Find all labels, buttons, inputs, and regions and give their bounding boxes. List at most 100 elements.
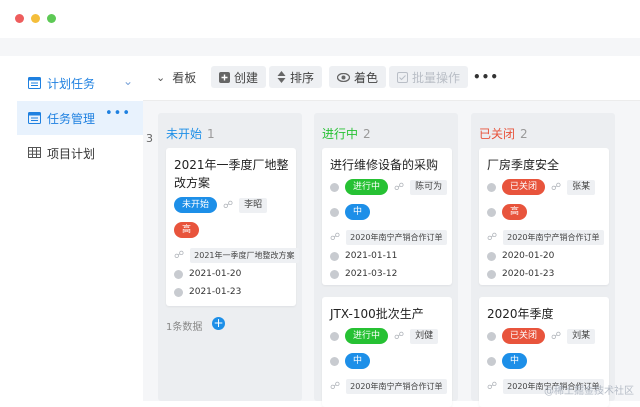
task-card[interactable]: 2021年一季度厂地整改方案 未开始 ☍ 李昭 高 ☍ 2021年一季度厂地整改…	[166, 148, 299, 306]
priority-row: 中	[330, 203, 371, 221]
sort-label: 排序	[290, 70, 315, 85]
add-card-button[interactable]: +	[212, 317, 225, 330]
sidebar-item-label: 计划任务	[47, 77, 96, 91]
start-date: 2021-01-11	[345, 251, 398, 261]
user-icon: ☍	[551, 181, 562, 193]
priority-icon	[487, 356, 496, 366]
create-button[interactable]: 创建	[211, 66, 267, 88]
task-card[interactable]: 厂房季度安全 已关闭 ☍ 张某 高 ☍ 2020年南宁产销合作订单 2020-0…	[479, 148, 609, 285]
toolbar: ⌄ 看板 创建 排序 着色 批量操作 •••	[143, 56, 640, 101]
priority-badge[interactable]: 高	[174, 222, 200, 238]
owner-tag[interactable]: 张某	[567, 179, 596, 195]
view-switcher[interactable]: ⌄ 看板	[156, 66, 196, 88]
priority-row: 中	[487, 352, 528, 370]
user-icon: ☍	[394, 181, 405, 193]
color-label: 着色	[354, 70, 379, 85]
create-label: 创建	[234, 70, 259, 85]
project-tag[interactable]: 2020年南宁产销合作订单	[346, 229, 447, 245]
kanban-column-closed: 已关闭 2 厂房季度安全 已关闭 ☍ 张某 高 ☍ 2020年南宁产销合作订单	[471, 113, 615, 407]
end-date-row: 2021-01-23	[174, 283, 241, 301]
task-card[interactable]: JTX-100批次生产 进行中 ☍ 刘健 中 ☍ 2020年南宁产销合作订单	[322, 297, 452, 407]
project-tag[interactable]: 2020年南宁产销合作订单	[346, 378, 447, 394]
clock-icon	[174, 287, 183, 297]
status-icon	[487, 182, 496, 192]
main-area: ⌄ 看板 创建 排序 着色 批量操作 ••• 3 未开始 1 2021年一季度厂…	[143, 56, 640, 407]
table-icon	[28, 147, 41, 158]
end-date: 2021-01-23	[189, 287, 242, 297]
status-badge[interactable]: 已关闭	[502, 328, 546, 344]
card-title: JTX-100批次生产	[330, 307, 424, 321]
project-row: ☍ 2020年南宁产销合作订单	[487, 228, 604, 246]
project-tag[interactable]: 2020年南宁产销合作订单	[503, 229, 604, 245]
priority-icon	[487, 207, 496, 217]
start-date-row: 2021-01-20	[174, 265, 241, 283]
app-window: 计划任务 ⌄ 任务管理 ••• 项目计划 ⌄ 看板 创建 排序 着色 批量操作 …	[0, 0, 640, 407]
batch-icon	[397, 71, 408, 83]
task-card[interactable]: 进行维修设备的采购 进行中 ☍ 陈可为 中 ☍ 2020年南宁产销合作订单 20…	[322, 148, 452, 285]
priority-icon	[330, 356, 339, 366]
owner-tag[interactable]: 陈可为	[410, 179, 448, 195]
owner-tag[interactable]: 刘健	[410, 328, 439, 344]
color-button[interactable]: 着色	[329, 66, 387, 88]
sort-icon	[277, 71, 286, 83]
status-badge[interactable]: 进行中	[345, 328, 389, 344]
chevron-down-icon[interactable]: ⌄	[123, 74, 133, 88]
status-row: 已关闭 ☍ 张某	[487, 178, 596, 196]
priority-badge[interactable]: 高	[502, 204, 528, 220]
status-icon	[487, 331, 496, 341]
eye-icon	[337, 72, 350, 82]
project-tag[interactable]: 2021年一季度厂地整改方案	[190, 247, 299, 263]
column-count: 1	[207, 127, 215, 141]
clock-icon	[330, 251, 339, 261]
column-count: 2	[363, 127, 371, 141]
close-window-button[interactable]	[15, 14, 24, 23]
calendar-icon	[28, 112, 41, 124]
batch-label: 批量操作	[412, 70, 461, 85]
watermark: @稀土掘金技术社区	[544, 386, 634, 397]
priority-badge[interactable]: 中	[345, 204, 371, 220]
priority-icon	[330, 207, 339, 217]
owner-tag[interactable]: 李昭	[239, 197, 268, 213]
status-row: 未开始 ☍ 李昭	[174, 196, 268, 214]
sidebar-item-label: 任务管理	[47, 112, 96, 126]
view-label: 看板	[172, 70, 197, 85]
more-toolbar-button[interactable]: •••	[473, 66, 499, 88]
link-icon: ☍	[174, 249, 185, 261]
project-row: ☍ 2021年一季度厂地整改方案	[174, 246, 299, 264]
column-count: 2	[520, 127, 528, 141]
status-icon	[330, 331, 339, 341]
card-title: 进行维修设备的采购	[330, 158, 439, 172]
card-title: 2020年季度	[487, 307, 554, 321]
title-bar	[0, 0, 640, 38]
priority-row: 高	[487, 203, 528, 221]
priority-badge[interactable]: 中	[345, 353, 371, 369]
project-row: ☍ 2020年南宁产销合作订单	[330, 228, 447, 246]
kanban-column-not-started: 未开始 1 2021年一季度厂地整改方案 未开始 ☍ 李昭 高 ☍ 2021年一季…	[158, 113, 302, 401]
start-date-row: 2020-01-20	[487, 247, 554, 265]
more-options-icon[interactable]: •••	[105, 106, 131, 121]
header-band	[0, 38, 640, 56]
priority-badge[interactable]: 中	[502, 353, 528, 369]
maximize-window-button[interactable]	[47, 14, 56, 23]
sidebar-item-task-management[interactable]: 任务管理 •••	[17, 101, 143, 135]
start-date: 2020-01-20	[502, 251, 555, 261]
sidebar-item-label: 项目计划	[47, 147, 96, 161]
user-icon: ☍	[394, 330, 405, 342]
owner-tag[interactable]: 刘某	[567, 328, 596, 344]
sort-button[interactable]: 排序	[269, 66, 323, 88]
status-badge[interactable]: 进行中	[345, 179, 389, 195]
status-badge[interactable]: 未开始	[174, 197, 218, 213]
status-badge[interactable]: 已关闭	[502, 179, 546, 195]
minimize-window-button[interactable]	[31, 14, 40, 23]
card-title: 2021年一季度厂地整改方案	[174, 158, 289, 190]
clock-icon	[174, 269, 183, 279]
clock-icon	[330, 269, 339, 279]
user-icon: ☍	[223, 199, 234, 211]
batch-operation-button[interactable]: 批量操作	[389, 66, 469, 88]
end-date: 2020-01-23	[502, 269, 555, 279]
sidebar-item-plan-tasks[interactable]: 计划任务 ⌄	[17, 66, 143, 100]
calendar-icon	[28, 77, 41, 89]
status-row: 已关闭 ☍ 刘某	[487, 327, 596, 345]
plus-icon	[219, 71, 230, 83]
sidebar-item-project-plan[interactable]: 项目计划	[17, 136, 143, 170]
